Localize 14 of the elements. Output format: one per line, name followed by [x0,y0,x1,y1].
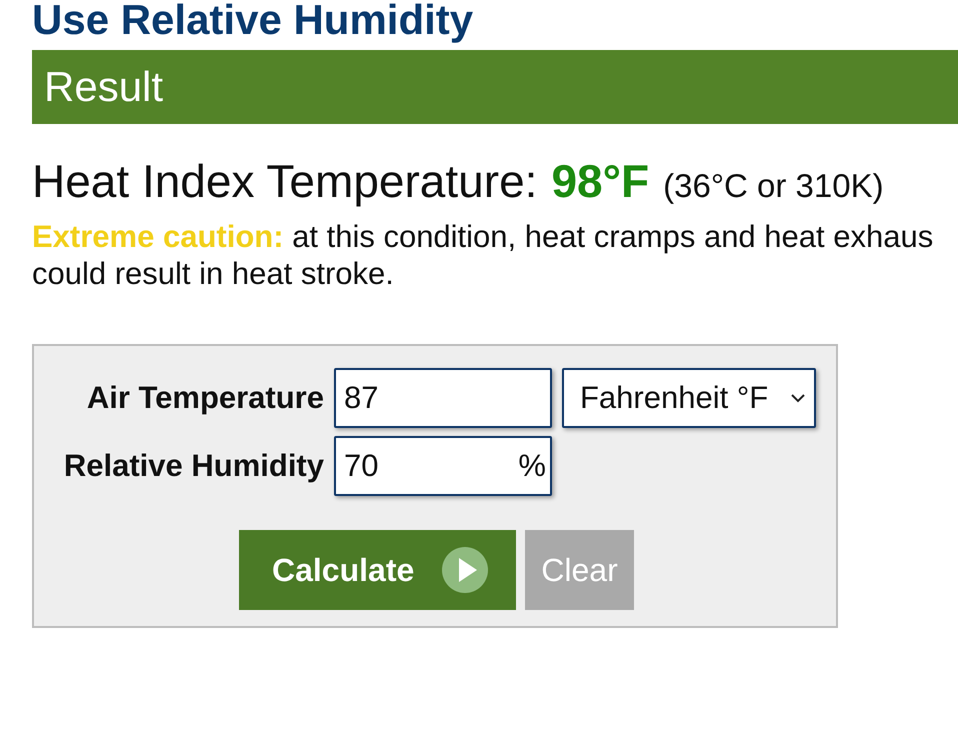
chevron-down-icon [790,393,806,403]
play-icon [442,547,488,593]
field-label: Relative Humidity [64,448,324,484]
page-heading: Use Relative Humidity [32,0,474,45]
calculate-button[interactable]: Calculate [239,530,516,610]
input-field[interactable]: 87 [334,368,552,428]
result-title: Result [44,63,164,111]
warning-text: Extreme caution: at this condition, heat cramps and heat exhaus could result in heat stroke. [32,218,934,292]
heat-index-label: Heat Index Temperature: [32,154,538,208]
field-label: Air Temperature [86,380,324,416]
heat-index-conversion: (36°C or 310K) [663,167,884,205]
percent-sign: % [518,448,546,484]
heat-index-value: 98°F [551,154,650,208]
unit-select[interactable]: Fahrenheit °F [562,368,816,428]
